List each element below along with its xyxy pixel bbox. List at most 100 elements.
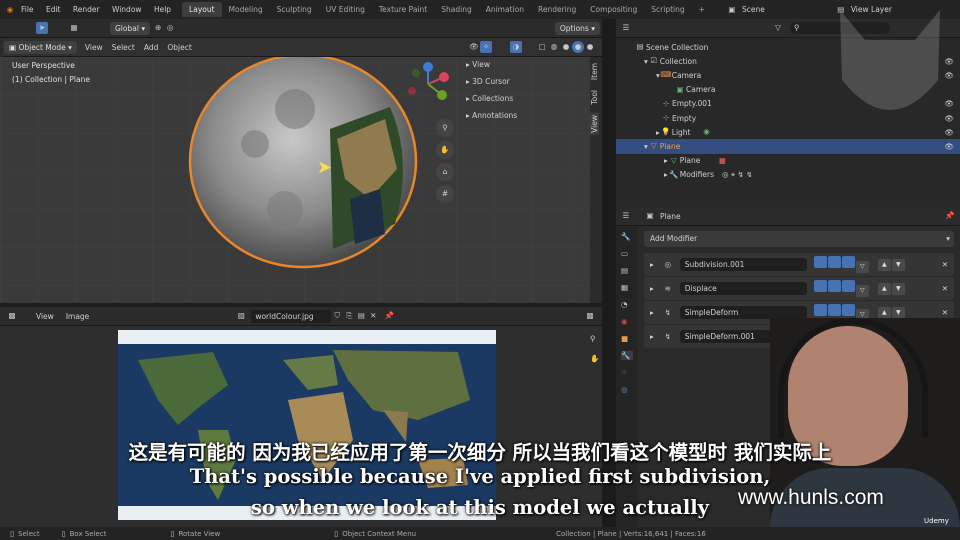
move-down-icon[interactable]: ▼ xyxy=(891,282,905,295)
gizmo-icon[interactable]: ✧ xyxy=(480,41,492,53)
shading-material-icon[interactable]: ● xyxy=(572,41,584,53)
tab-sculpting[interactable]: Sculpting xyxy=(270,2,319,17)
image-browse-icon[interactable]: ▨ xyxy=(235,310,247,322)
tab-uv-editing[interactable]: UV Editing xyxy=(319,2,372,17)
tab-rendering[interactable]: Rendering xyxy=(531,2,583,17)
pin-icon[interactable]: 📌 xyxy=(383,310,395,322)
tab-view[interactable]: View xyxy=(590,112,599,135)
render-tab-icon[interactable]: ▭ xyxy=(621,249,633,258)
tab-modeling[interactable]: Modeling xyxy=(222,2,270,17)
viewport-menu-object[interactable]: Object xyxy=(167,43,191,52)
npanel-3d-cursor[interactable]: ▸ 3D Cursor xyxy=(462,76,590,87)
tab-animation[interactable]: Animation xyxy=(479,2,531,17)
scene-tab-icon[interactable]: ◔ xyxy=(621,300,633,309)
menu-edit[interactable]: Edit xyxy=(46,5,61,14)
physics-tab-icon[interactable]: ◎ xyxy=(621,385,633,394)
scene-name[interactable]: Scene xyxy=(742,5,765,14)
view-layer-tab-icon[interactable]: ▦ xyxy=(621,283,633,292)
show-edit-icon[interactable] xyxy=(813,304,827,316)
editor-type-icon[interactable]: ▩ xyxy=(6,310,18,322)
new-image-icon[interactable]: ⎘ xyxy=(343,310,355,322)
tab-scripting[interactable]: Scripting xyxy=(644,2,691,17)
navigation-gizmo[interactable] xyxy=(400,59,456,109)
editor-type-icon[interactable]: ☰ xyxy=(620,210,632,222)
show-viewport-icon[interactable] xyxy=(827,256,841,268)
show-edit-icon[interactable] xyxy=(813,280,827,292)
viewport-menu-add[interactable]: Add xyxy=(144,43,159,52)
move-up-icon[interactable]: ▲ xyxy=(877,282,891,295)
unlink-icon[interactable]: ✕ xyxy=(367,310,379,322)
menu-help[interactable]: Help xyxy=(154,5,171,14)
image-name-field[interactable]: worldColour.jpg xyxy=(251,309,332,323)
filter-icon[interactable]: ▽ xyxy=(772,22,784,34)
shading-solid-icon[interactable]: ● xyxy=(560,41,572,53)
modifier-name-field[interactable]: Displace xyxy=(679,282,807,295)
menu-window[interactable]: Window xyxy=(112,5,142,14)
add-modifier-dropdown[interactable]: Add Modifier ▾ xyxy=(644,231,954,247)
tab-texture-paint[interactable]: Texture Paint xyxy=(372,2,434,17)
world-tab-icon[interactable]: ◉ xyxy=(621,317,633,326)
show-viewport-icon[interactable] xyxy=(827,280,841,292)
zoom-icon[interactable]: ⚲ xyxy=(436,119,454,137)
npanel-collections[interactable]: ▸ Collections xyxy=(462,93,590,104)
modifier-displace[interactable]: ▸ ≋ Displace ▽ ▲ ▼ ✕ xyxy=(644,277,954,300)
planet-sphere[interactable] xyxy=(185,57,425,274)
select-box-icon[interactable]: ▦ xyxy=(68,22,80,34)
menu-file[interactable]: File xyxy=(21,5,34,14)
orientation-dropdown[interactable]: Global ▾ xyxy=(110,21,151,35)
show-render-icon[interactable] xyxy=(841,304,855,316)
cage-icon[interactable]: ▽ xyxy=(855,261,869,273)
tab-layout[interactable]: Layout xyxy=(182,2,222,17)
tab-shading[interactable]: Shading xyxy=(434,2,478,17)
move-down-icon[interactable]: ▼ xyxy=(891,258,905,271)
particles-tab-icon[interactable]: ⁘ xyxy=(621,368,633,377)
viewport-menu-select[interactable]: Select xyxy=(112,43,135,52)
move-up-icon[interactable]: ▲ xyxy=(877,258,891,271)
remove-modifier-icon[interactable]: ✕ xyxy=(942,308,948,317)
shading-wire-icon[interactable]: ◍ xyxy=(548,41,560,53)
menu-render[interactable]: Render xyxy=(73,5,100,14)
tab-tool[interactable]: Tool xyxy=(590,88,599,107)
show-render-icon[interactable] xyxy=(841,280,855,292)
output-tab-icon[interactable]: ▤ xyxy=(621,266,633,275)
tool-tab-icon[interactable]: 🔧 xyxy=(621,232,633,241)
visibility-icon[interactable]: 👁 xyxy=(468,41,480,53)
tab-compositing[interactable]: Compositing xyxy=(583,2,644,17)
move-up-icon[interactable]: ▲ xyxy=(877,306,891,319)
remove-modifier-icon[interactable]: ✕ xyxy=(942,284,948,293)
open-image-icon[interactable]: ▤ xyxy=(355,310,367,322)
xray-icon[interactable]: ▢ xyxy=(536,41,548,53)
remove-modifier-icon[interactable]: ✕ xyxy=(942,260,948,269)
editor-type-icon[interactable]: ☰ xyxy=(620,22,632,34)
object-tab-icon[interactable]: ■ xyxy=(621,334,633,343)
npanel-view[interactable]: ▸ View xyxy=(462,59,590,70)
add-workspace-button[interactable]: + xyxy=(692,2,712,17)
modifier-tab-icon[interactable]: 🔧 xyxy=(621,351,633,360)
ortho-grid-icon[interactable]: # xyxy=(436,185,454,203)
pin-icon[interactable]: 📌 xyxy=(944,210,956,222)
image-menu-view[interactable]: View xyxy=(36,312,54,321)
image-pan-icon[interactable]: ✋ xyxy=(590,354,599,363)
image-zoom-icon[interactable]: ⚲ xyxy=(590,334,596,343)
modifier-subdivision[interactable]: ▸ ◎ Subdivision.001 ▽ ▲ ▼ ✕ xyxy=(644,253,954,276)
show-edit-icon[interactable] xyxy=(813,256,827,268)
cursor-icon[interactable]: ➤ xyxy=(36,22,48,34)
options-dropdown[interactable]: Options ▾ xyxy=(554,21,600,35)
fake-user-icon[interactable]: ⛉ xyxy=(331,310,343,322)
show-viewport-icon[interactable] xyxy=(827,304,841,316)
blender-logo-icon[interactable]: ◉ xyxy=(4,4,16,16)
viewport-menu-view[interactable]: View xyxy=(85,43,103,52)
pan-hand-icon[interactable]: ✋ xyxy=(436,141,454,159)
display-channels-icon[interactable]: ▩ xyxy=(584,310,596,322)
tab-item[interactable]: Item xyxy=(590,61,599,82)
3d-viewport[interactable]: User Perspective (1) Collection | Plane … xyxy=(0,57,602,303)
object-mode-dropdown[interactable]: ▣ Object Mode ▾ xyxy=(4,40,77,54)
shading-rendered-icon[interactable]: ● xyxy=(584,41,596,53)
outliner-item-plane-mesh[interactable]: ▸ ▽ Plane ■ xyxy=(616,154,960,168)
camera-view-icon[interactable]: ⌂ xyxy=(436,163,454,181)
cage-icon[interactable]: ▽ xyxy=(855,285,869,297)
npanel-annotations[interactable]: ▸ Annotations xyxy=(462,110,590,121)
move-down-icon[interactable]: ▼ xyxy=(891,306,905,319)
modifier-name-field[interactable]: Subdivision.001 xyxy=(679,258,807,271)
snap-icon[interactable]: ⊕ xyxy=(152,22,164,34)
